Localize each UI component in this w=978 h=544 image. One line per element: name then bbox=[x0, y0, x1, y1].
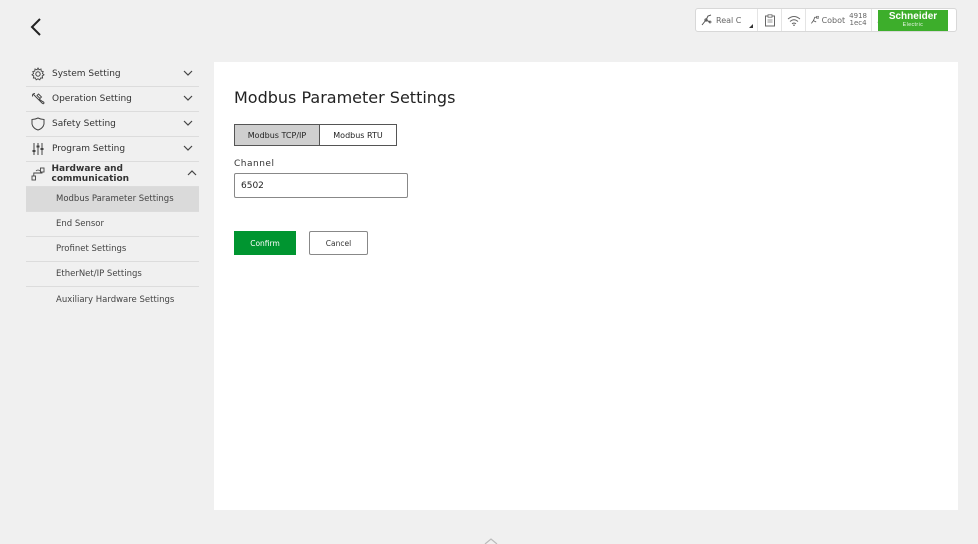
chevron-down-icon bbox=[183, 145, 193, 151]
sidebar-subitem-modbus-parameter-settings[interactable]: Modbus Parameter Settings bbox=[26, 187, 199, 212]
dropdown-corner-icon bbox=[749, 24, 753, 28]
modbus-settings-panel: Modbus Parameter Settings Modbus TCP/IP … bbox=[214, 62, 958, 510]
sidebar-item-label: Safety Setting bbox=[52, 119, 116, 129]
sidebar-subitem-profinet-settings[interactable]: Profinet Settings bbox=[26, 237, 199, 262]
sidebar-subitem-auxiliary-hardware-settings[interactable]: Auxiliary Hardware Settings bbox=[26, 287, 199, 312]
sidebar-item-program-setting[interactable]: Program Setting bbox=[26, 137, 199, 162]
brand-name: Schneider bbox=[888, 10, 938, 22]
cobot-status[interactable]: Cobot 4918 1ec4 bbox=[806, 9, 872, 31]
chevron-down-icon bbox=[183, 95, 193, 101]
settings-sidebar: System Setting Operation Setting Safety … bbox=[26, 62, 199, 312]
real-controller-label: Real C bbox=[716, 15, 742, 25]
sidebar-item-label: System Setting bbox=[52, 69, 121, 79]
sliders-icon bbox=[30, 141, 46, 157]
shield-icon bbox=[30, 116, 46, 132]
chevron-up-icon bbox=[187, 170, 197, 176]
hardware-icon bbox=[30, 166, 46, 182]
gear-icon bbox=[30, 66, 46, 82]
brand-sub: Electric bbox=[902, 21, 924, 28]
tab-modbus-tcp-ip[interactable]: Modbus TCP/IP bbox=[234, 124, 320, 146]
sidebar-item-label: Operation Setting bbox=[52, 94, 132, 104]
channel-input[interactable] bbox=[234, 173, 408, 198]
tab-modbus-rtu[interactable]: Modbus RTU bbox=[320, 124, 397, 146]
sidebar-item-safety-setting[interactable]: Safety Setting bbox=[26, 112, 199, 137]
sidebar-item-hardware-communication[interactable]: Hardware and communication bbox=[26, 162, 199, 187]
cancel-button[interactable]: Cancel bbox=[309, 231, 368, 255]
schneider-logo: Schneider Electric bbox=[878, 10, 948, 31]
cobot-count: 4918 1ec4 bbox=[849, 13, 867, 27]
cobot-count-bottom: 1ec4 bbox=[849, 19, 867, 27]
status-bar: Real C Cobot 4918 1ec4 ... Schn bbox=[695, 8, 957, 32]
wrench-icon bbox=[30, 91, 46, 107]
back-button[interactable] bbox=[26, 16, 46, 38]
clipboard-icon bbox=[764, 13, 775, 26]
robot-arm-icon bbox=[701, 14, 712, 26]
chevron-down-icon bbox=[183, 70, 193, 76]
chevron-down-icon bbox=[183, 120, 193, 126]
sidebar-item-label: Hardware and communication bbox=[51, 164, 130, 184]
confirm-button[interactable]: Confirm bbox=[234, 231, 296, 255]
cobot-label: Cobot bbox=[821, 15, 846, 25]
cobot-icon bbox=[811, 15, 819, 24]
page-title: Modbus Parameter Settings bbox=[234, 88, 456, 107]
channel-label: Channel bbox=[234, 159, 275, 169]
clipboard-status[interactable] bbox=[758, 9, 782, 31]
wifi-icon bbox=[787, 15, 800, 26]
drawer-handle-icon[interactable] bbox=[484, 538, 498, 544]
sidebar-subitem-ethernet-ip-settings[interactable]: EtherNet/IP Settings bbox=[26, 262, 199, 287]
sidebar-item-operation-setting[interactable]: Operation Setting bbox=[26, 87, 199, 112]
sidebar-item-label: Program Setting bbox=[52, 144, 126, 154]
protocol-tabs: Modbus TCP/IP Modbus RTU bbox=[234, 124, 397, 146]
sidebar-item-system-setting[interactable]: System Setting bbox=[26, 62, 199, 87]
real-controller-status[interactable]: Real C bbox=[696, 9, 758, 31]
chevron-left-icon bbox=[30, 18, 41, 36]
sidebar-subitem-end-sensor[interactable]: End Sensor bbox=[26, 212, 199, 237]
wifi-status[interactable] bbox=[782, 9, 806, 31]
